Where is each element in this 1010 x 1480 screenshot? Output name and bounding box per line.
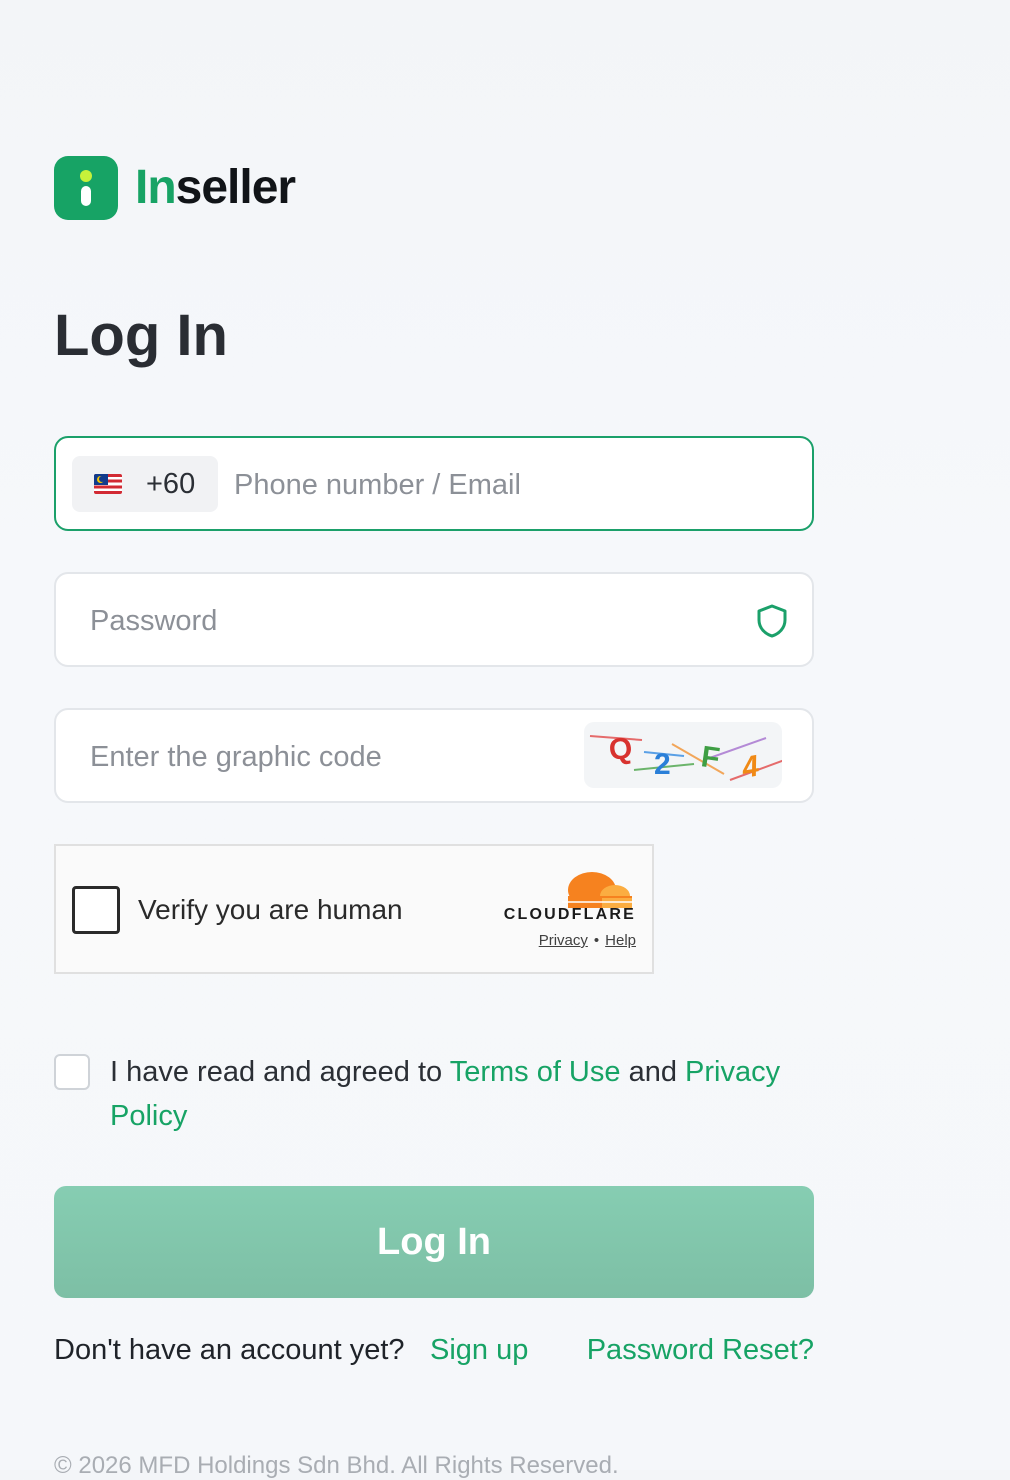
cloudflare-turnstile: Verify you are human CLOUDFLARE Privacy •… [54, 844, 654, 974]
terms-of-use-link[interactable]: Terms of Use [450, 1056, 621, 1088]
brand-name-part2: seller [175, 161, 296, 214]
verify-human-label: Verify you are human [138, 894, 403, 925]
country-code-selector[interactable]: +60 [72, 456, 218, 512]
brand-name-part1: In [135, 161, 177, 214]
turnstile-privacy-link[interactable]: Privacy [539, 932, 588, 949]
malaysia-flag-icon [94, 474, 122, 494]
password-reset-link[interactable]: Password Reset? [587, 1334, 814, 1367]
cloudflare-cloud-icon [562, 872, 634, 908]
captcha-input[interactable] [88, 726, 552, 788]
agreement-conjunction: and [620, 1056, 686, 1088]
phone-email-field: +60 [54, 436, 814, 531]
no-account-text: Don't have an account yet? [54, 1334, 405, 1366]
turnstile-help-link[interactable]: Help [605, 932, 636, 949]
terms-agreement: I have read and agreed to Terms of Use a… [54, 1050, 814, 1138]
captcha-image[interactable]: Q 2 F 4 [584, 722, 791, 788]
password-input[interactable] [88, 590, 722, 652]
brand-logo: Inseller [54, 156, 296, 220]
captcha-char: Q [607, 732, 634, 767]
terms-agreement-text: I have read and agreed to Terms of Use a… [110, 1050, 814, 1138]
captcha-field: Q 2 F 4 [54, 708, 814, 803]
footer-copyright: © 2026 MFD Holdings Sdn Bhd. All Rights … [54, 1452, 619, 1479]
turnstile-links: Privacy • Help [539, 932, 636, 949]
account-links: Don't have an account yet? Sign up Passw… [54, 1334, 814, 1374]
password-field [54, 572, 814, 667]
brand-name: Inseller [135, 161, 296, 214]
sign-up-link[interactable]: Sign up [430, 1334, 528, 1367]
shield-icon[interactable] [756, 604, 788, 638]
turnstile-link-separator: • [593, 932, 600, 949]
agreement-prefix: I have read and agreed to [110, 1056, 450, 1088]
captcha-char: 4 [739, 749, 762, 785]
terms-agreement-checkbox[interactable] [54, 1054, 90, 1090]
captcha-char: 2 [654, 748, 671, 781]
page-title: Log In [54, 303, 228, 368]
cloudflare-wordmark: CLOUDFLARE [503, 906, 636, 923]
phone-email-input[interactable] [232, 454, 796, 516]
verify-human-checkbox[interactable] [72, 886, 120, 934]
login-button[interactable]: Log In [54, 1186, 814, 1298]
country-code: +60 [146, 467, 196, 500]
logo-mark-icon [54, 156, 118, 220]
